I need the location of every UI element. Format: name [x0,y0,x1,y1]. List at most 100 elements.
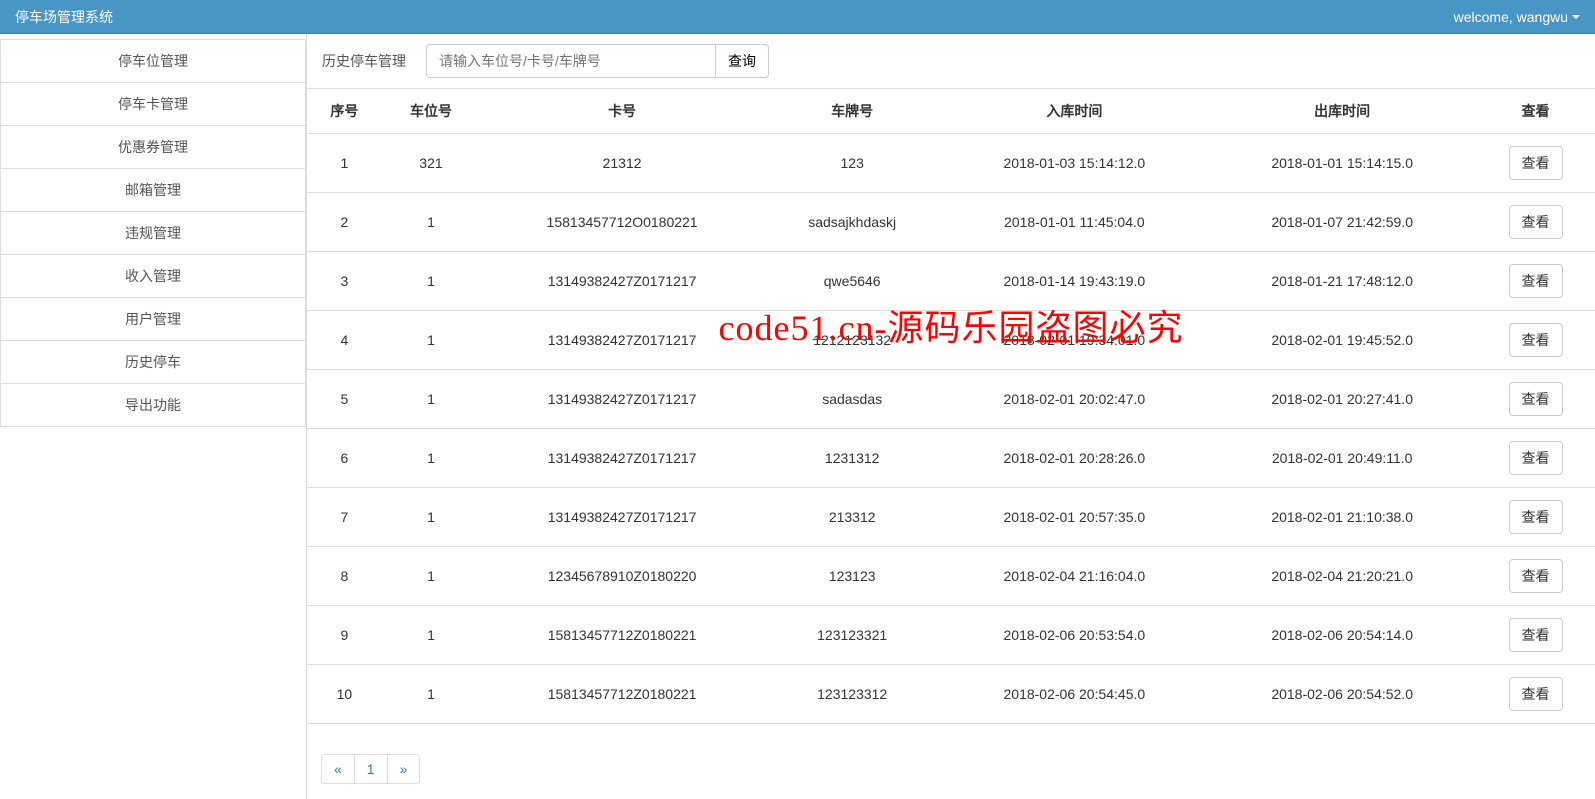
sidebar-item-export[interactable]: 导出功能 [0,384,306,427]
table-row: 7113149382427Z01712172133122018-02-01 20… [307,488,1595,547]
col-slot: 车位号 [382,89,481,134]
page-1[interactable]: 1 [354,754,388,784]
cell-plate: 1212123132 [764,311,941,370]
sidebar-item-mailbox[interactable]: 邮箱管理 [0,169,306,212]
cell-seq: 10 [307,665,382,724]
cell-out: 2018-02-04 21:20:21.0 [1208,547,1476,606]
cell-card: 13149382427Z0171217 [480,311,764,370]
cell-out: 2018-02-01 20:49:11.0 [1208,429,1476,488]
cell-card: 21312 [480,134,764,193]
table-row: 4113149382427Z017121712121231322018-02-0… [307,311,1595,370]
table-row: 6113149382427Z017121712313122018-02-01 2… [307,429,1595,488]
view-button[interactable]: 查看 [1509,205,1563,239]
cell-in: 2018-02-01 20:02:47.0 [940,370,1208,429]
cell-out: 2018-02-01 21:10:38.0 [1208,488,1476,547]
cell-slot: 321 [382,134,481,193]
sidebar-item-user[interactable]: 用户管理 [0,298,306,341]
sidebar-item-income[interactable]: 收入管理 [0,255,306,298]
view-button[interactable]: 查看 [1509,500,1563,534]
cell-card: 13149382427Z0171217 [480,370,764,429]
view-button[interactable]: 查看 [1509,323,1563,357]
cell-plate: 123123321 [764,606,941,665]
pagination: « 1 » [322,754,1580,784]
cell-action: 查看 [1476,547,1595,606]
view-button[interactable]: 查看 [1509,559,1563,593]
cell-out: 2018-02-01 19:45:52.0 [1208,311,1476,370]
navbar: 停车场管理系统 welcome, wangwu [0,0,1595,34]
page-next[interactable]: » [387,754,421,784]
view-button[interactable]: 查看 [1509,441,1563,475]
col-out-time: 出库时间 [1208,89,1476,134]
col-plate: 车牌号 [764,89,941,134]
cell-card: 15813457712Z0180221 [480,606,764,665]
cell-seq: 2 [307,193,382,252]
cell-plate: 1231312 [764,429,941,488]
cell-in: 2018-01-14 19:43:19.0 [940,252,1208,311]
col-view: 查看 [1476,89,1595,134]
view-button[interactable]: 查看 [1509,677,1563,711]
cell-card: 12345678910Z0180220 [480,547,764,606]
welcome-text: welcome, wangwu [1454,0,1568,34]
cell-seq: 3 [307,252,382,311]
cell-action: 查看 [1476,665,1595,724]
table-row: 8112345678910Z01802201231232018-02-04 21… [307,547,1595,606]
cell-plate: 123123312 [764,665,941,724]
col-card: 卡号 [480,89,764,134]
cell-card: 13149382427Z0171217 [480,429,764,488]
sidebar-item-parking-slot[interactable]: 停车位管理 [0,39,306,83]
sidebar-item-history[interactable]: 历史停车 [0,341,306,384]
col-seq: 序号 [307,89,382,134]
cell-action: 查看 [1476,252,1595,311]
cell-plate: sadsajkhdaskj [764,193,941,252]
cell-out: 2018-01-07 21:42:59.0 [1208,193,1476,252]
cell-slot: 1 [382,429,481,488]
view-button[interactable]: 查看 [1509,382,1563,416]
cell-plate: sadasdas [764,370,941,429]
search-button[interactable]: 查询 [716,44,769,78]
cell-slot: 1 [382,488,481,547]
cell-action: 查看 [1476,193,1595,252]
cell-action: 查看 [1476,134,1595,193]
cell-in: 2018-02-01 20:28:26.0 [940,429,1208,488]
cell-plate: qwe5646 [764,252,941,311]
cell-slot: 1 [382,252,481,311]
cell-card: 13149382427Z0171217 [480,488,764,547]
table-row: 5113149382427Z0171217sadasdas2018-02-01 … [307,370,1595,429]
cell-in: 2018-01-03 15:14:12.0 [940,134,1208,193]
cell-slot: 1 [382,193,481,252]
sidebar: 停车位管理 停车卡管理 优惠券管理 邮箱管理 违规管理 收入管理 用户管理 历史… [0,34,307,799]
cell-action: 查看 [1476,488,1595,547]
cell-in: 2018-02-06 20:54:45.0 [940,665,1208,724]
main-content: 历史停车管理 查询 序号 车位号 卡号 车牌号 入库时间 出库时间 查看 [307,34,1595,799]
cell-out: 2018-02-06 20:54:52.0 [1208,665,1476,724]
cell-out: 2018-01-21 17:48:12.0 [1208,252,1476,311]
view-button[interactable]: 查看 [1509,146,1563,180]
view-button[interactable]: 查看 [1509,264,1563,298]
sidebar-item-coupon[interactable]: 优惠券管理 [0,126,306,169]
table-row: 3113149382427Z0171217qwe56462018-01-14 1… [307,252,1595,311]
cell-action: 查看 [1476,606,1595,665]
cell-in: 2018-01-01 11:45:04.0 [940,193,1208,252]
cell-slot: 1 [382,665,481,724]
cell-card: 15813457712O0180221 [480,193,764,252]
user-menu[interactable]: welcome, wangwu [1454,0,1580,33]
cell-seq: 1 [307,134,382,193]
sidebar-item-parking-card[interactable]: 停车卡管理 [0,83,306,126]
cell-in: 2018-02-01 19:34:01.0 [940,311,1208,370]
cell-out: 2018-01-01 15:14:15.0 [1208,134,1476,193]
page-prev[interactable]: « [321,754,355,784]
cell-plate: 123 [764,134,941,193]
cell-card: 15813457712Z0180221 [480,665,764,724]
cell-out: 2018-02-01 20:27:41.0 [1208,370,1476,429]
sidebar-item-violation[interactable]: 违规管理 [0,212,306,255]
cell-plate: 123123 [764,547,941,606]
cell-slot: 1 [382,606,481,665]
cell-action: 查看 [1476,311,1595,370]
cell-seq: 6 [307,429,382,488]
view-button[interactable]: 查看 [1509,618,1563,652]
search-input[interactable] [426,44,716,78]
cell-plate: 213312 [764,488,941,547]
cell-seq: 9 [307,606,382,665]
toolbar: 历史停车管理 查询 [307,34,1595,89]
cell-in: 2018-02-01 20:57:35.0 [940,488,1208,547]
